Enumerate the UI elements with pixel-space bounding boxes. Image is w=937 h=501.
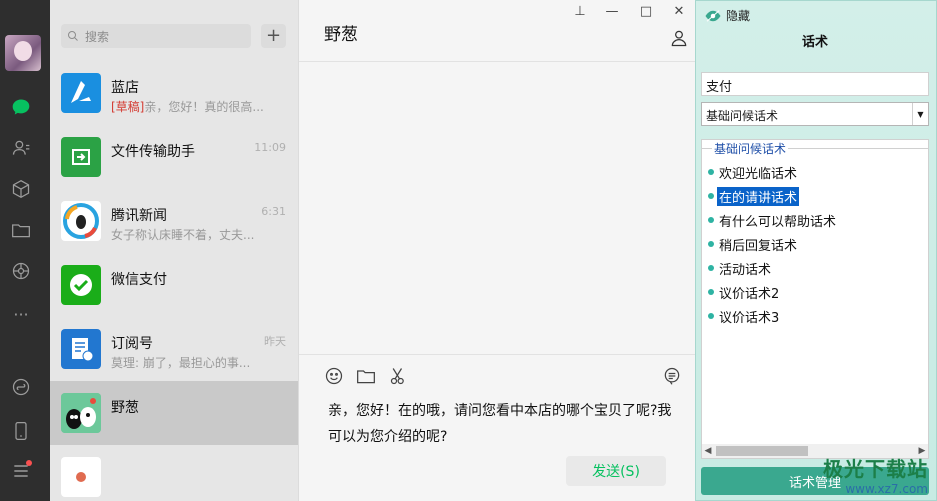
- wechat-pay-avatar: [61, 265, 101, 305]
- node-label: 欢迎光临话术: [719, 166, 798, 182]
- watermark: 极光下载站 www.xz7.com: [823, 453, 928, 496]
- bullet-icon: [708, 169, 714, 175]
- emoji-icon[interactable]: [324, 366, 346, 388]
- chevron-down-icon: ▼: [912, 103, 928, 125]
- bullet-icon: [708, 217, 714, 223]
- scroll-left-icon[interactable]: ◀: [702, 444, 714, 458]
- maximize-icon[interactable]: □: [635, 4, 657, 19]
- eye-icon: [705, 9, 721, 22]
- minimize-icon[interactable]: —: [601, 4, 623, 19]
- send-button[interactable]: 发送(S): [566, 456, 666, 486]
- chat-title: 野葱: [324, 25, 358, 45]
- conversation-preview: 女子称认床睡不着，丈夫...: [111, 228, 255, 242]
- tree-node[interactable]: 议价话术3: [708, 306, 781, 326]
- node-label: 议价话术2: [719, 286, 780, 302]
- chat-history-icon[interactable]: [662, 366, 684, 388]
- tree-node[interactable]: 稍后回复话术: [708, 234, 799, 254]
- contacts-icon[interactable]: [10, 137, 32, 159]
- list-item[interactable]: 腾讯新闻 6:31 女子称认床睡不着，丈夫...: [50, 189, 298, 253]
- conversation-name: 野葱: [111, 400, 139, 416]
- close-icon[interactable]: ✕: [668, 4, 690, 19]
- folder-icon[interactable]: [356, 366, 378, 388]
- more-icon[interactable]: ···: [10, 303, 32, 325]
- yecong-avatar: [61, 393, 101, 433]
- conversation-time: 6:31: [261, 205, 286, 218]
- list-item[interactable]: 文件传输助手 11:09: [50, 125, 298, 189]
- category-select[interactable]: 基础问候话术 ▼: [701, 102, 929, 126]
- watermark-url: www.xz7.com: [845, 482, 928, 496]
- conversation-preview: [草稿]亲，您好！真的很高...: [111, 98, 271, 115]
- bullet-icon: [708, 241, 714, 247]
- keyword-field[interactable]: 支付: [701, 72, 929, 96]
- screenshot-icon[interactable]: [389, 366, 411, 388]
- bullet-icon: [708, 289, 714, 295]
- tree-node[interactable]: 欢迎光临话术: [708, 162, 799, 182]
- conversation-name: 订阅号: [111, 336, 153, 352]
- list-item[interactable]: 订阅号 昨天 莫理: 崩了，最担心的事...: [50, 317, 298, 381]
- node-label: 稍后回复话术: [719, 238, 798, 254]
- bullet-icon: [708, 193, 714, 199]
- node-label: 在的请讲话术: [715, 185, 801, 207]
- conversation-time: 昨天: [264, 335, 286, 348]
- conversation-name: 蓝店: [111, 80, 139, 96]
- hide-label: 隐藏: [726, 9, 751, 23]
- search-placeholder: 搜索: [85, 29, 110, 44]
- watermark-title: 极光下载站: [823, 457, 928, 481]
- tree-node[interactable]: 议价话术2: [708, 282, 781, 302]
- tree-header: 基础问候话术: [712, 140, 789, 157]
- chat-panel: 野葱 ⊥ — □ ✕ 亲，您好！在的哦，请问您看中本店的哪个宝贝了呢?我可以为您…: [298, 0, 696, 501]
- mini-program-icon[interactable]: [10, 376, 32, 398]
- script-panel: 隐藏 话术 支付 基础问候话术 ▼ 基础问候话术 欢迎光临话术 在的请讲话术 有…: [695, 0, 937, 501]
- conversation-name: 微信支付: [111, 272, 167, 288]
- node-label: 活动话术: [719, 262, 772, 278]
- notification-dot: [26, 460, 32, 466]
- menu-icon[interactable]: [10, 460, 32, 482]
- profile-icon[interactable]: [669, 28, 689, 48]
- panel-title: 话术: [801, 35, 828, 50]
- box-icon[interactable]: [10, 178, 32, 200]
- conversation-preview: 莫理: 崩了，最担心的事...: [111, 356, 251, 370]
- node-label: 议价话术3: [719, 310, 780, 326]
- tree-node[interactable]: 有什么可以帮助话术: [708, 210, 838, 230]
- divider: [299, 354, 696, 355]
- search-input[interactable]: 搜索: [61, 24, 251, 48]
- message-input[interactable]: 亲，您好！在的哦，请问您看中本店的哪个宝贝了呢?我可以为您介绍的呢?: [328, 398, 678, 450]
- list-item[interactable]: [50, 445, 298, 501]
- node-label: 有什么可以帮助话术: [719, 214, 837, 230]
- phone-icon[interactable]: [10, 420, 32, 442]
- nav-rail: ···: [0, 0, 50, 501]
- pin-icon[interactable]: ⊥: [569, 4, 591, 19]
- file-transfer-avatar: [61, 137, 101, 177]
- search-icon: [68, 31, 78, 41]
- list-item[interactable]: 蓝店 [草稿]亲，您好！真的很高...: [50, 61, 298, 125]
- contact-avatar: [61, 457, 101, 497]
- conversation-name: 文件传输助手: [111, 144, 195, 160]
- divider: [299, 61, 696, 62]
- conversation-list: 搜索 + 蓝店 [草稿]亲，您好！真的很高... 文件传输助手 11:09 腾讯…: [50, 0, 298, 501]
- script-tree: 基础问候话术 欢迎光临话术 在的请讲话术 有什么可以帮助话术 稍后回复话术 活动…: [701, 139, 929, 459]
- tree-node[interactable]: 活动话术: [708, 258, 773, 278]
- conversation-time: 11:09: [254, 141, 286, 154]
- preview-text: 亲，您好！真的很高...: [144, 100, 264, 114]
- list-item[interactable]: 微信支付: [50, 253, 298, 317]
- conversation-name: 腾讯新闻: [111, 208, 167, 224]
- tree-node-selected[interactable]: 在的请讲话术: [708, 185, 801, 207]
- list-item-selected[interactable]: 野葱: [50, 381, 298, 445]
- moments-icon[interactable]: [10, 260, 32, 282]
- folder-icon[interactable]: [10, 219, 32, 241]
- hide-toggle[interactable]: 隐藏: [704, 7, 750, 24]
- category-value: 基础问候话术: [706, 109, 779, 123]
- tencent-news-avatar: [61, 201, 101, 241]
- bullet-icon: [708, 313, 714, 319]
- draft-tag: [草稿]: [111, 100, 145, 114]
- bullet-icon: [708, 265, 714, 271]
- subscriptions-avatar: [61, 329, 101, 369]
- add-button[interactable]: +: [261, 24, 286, 48]
- scroll-thumb[interactable]: [716, 446, 808, 456]
- chat-icon[interactable]: [10, 96, 32, 118]
- blue-store-avatar: [61, 73, 101, 113]
- avatar[interactable]: [5, 35, 41, 71]
